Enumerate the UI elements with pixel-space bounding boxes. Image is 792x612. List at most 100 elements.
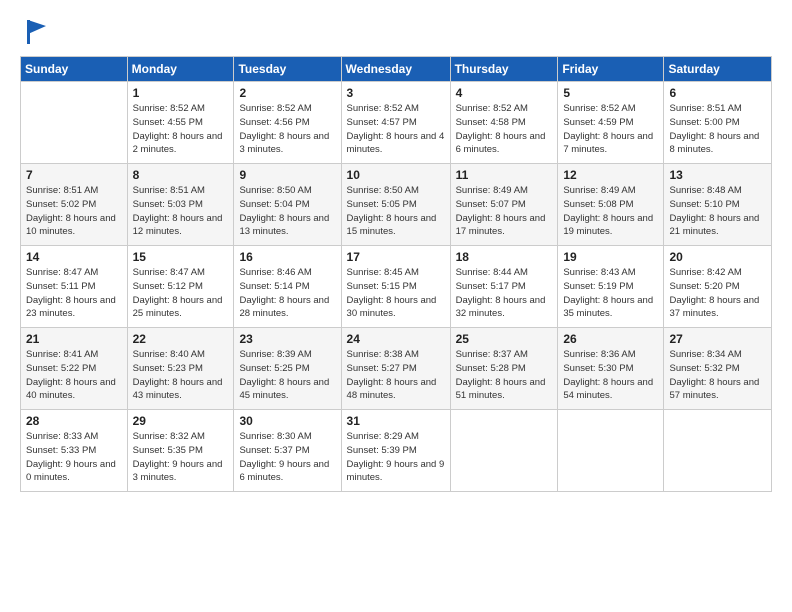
day-info: Sunrise: 8:50 AM Sunset: 5:05 PM Dayligh… bbox=[347, 184, 445, 239]
calendar-cell: 13 Sunrise: 8:48 AM Sunset: 5:10 PM Dayli… bbox=[664, 164, 772, 246]
calendar-cell: 2 Sunrise: 8:52 AM Sunset: 4:56 PM Daylig… bbox=[234, 82, 341, 164]
day-info: Sunrise: 8:46 AM Sunset: 5:14 PM Dayligh… bbox=[239, 266, 335, 321]
day-number: 3 bbox=[347, 86, 445, 100]
day-info: Sunrise: 8:40 AM Sunset: 5:23 PM Dayligh… bbox=[133, 348, 229, 403]
day-number: 22 bbox=[133, 332, 229, 346]
header bbox=[20, 18, 772, 46]
col-saturday: Saturday bbox=[664, 57, 772, 82]
day-info: Sunrise: 8:48 AM Sunset: 5:10 PM Dayligh… bbox=[669, 184, 766, 239]
col-wednesday: Wednesday bbox=[341, 57, 450, 82]
day-info: Sunrise: 8:52 AM Sunset: 4:55 PM Dayligh… bbox=[133, 102, 229, 157]
calendar-cell: 15 Sunrise: 8:47 AM Sunset: 5:12 PM Dayli… bbox=[127, 246, 234, 328]
col-sunday: Sunday bbox=[21, 57, 128, 82]
day-info: Sunrise: 8:44 AM Sunset: 5:17 PM Dayligh… bbox=[456, 266, 553, 321]
day-info: Sunrise: 8:52 AM Sunset: 4:58 PM Dayligh… bbox=[456, 102, 553, 157]
day-info: Sunrise: 8:52 AM Sunset: 4:57 PM Dayligh… bbox=[347, 102, 445, 157]
day-number: 20 bbox=[669, 250, 766, 264]
day-number: 24 bbox=[347, 332, 445, 346]
day-number: 21 bbox=[26, 332, 122, 346]
calendar-cell bbox=[558, 410, 664, 492]
day-number: 7 bbox=[26, 168, 122, 182]
calendar-cell: 6 Sunrise: 8:51 AM Sunset: 5:00 PM Daylig… bbox=[664, 82, 772, 164]
header-row: Sunday Monday Tuesday Wednesday Thursday… bbox=[21, 57, 772, 82]
day-info: Sunrise: 8:50 AM Sunset: 5:04 PM Dayligh… bbox=[239, 184, 335, 239]
calendar-cell: 25 Sunrise: 8:37 AM Sunset: 5:28 PM Dayli… bbox=[450, 328, 558, 410]
calendar-cell: 31Sunrise: 8:29 AM Sunset: 5:39 PM Dayli… bbox=[341, 410, 450, 492]
day-info: Sunrise: 8:43 AM Sunset: 5:19 PM Dayligh… bbox=[563, 266, 658, 321]
calendar-row: 28 Sunrise: 8:33 AM Sunset: 5:33 PM Dayli… bbox=[21, 410, 772, 492]
calendar-cell bbox=[664, 410, 772, 492]
calendar-cell: 8Sunrise: 8:51 AM Sunset: 5:03 PM Daylig… bbox=[127, 164, 234, 246]
calendar-cell: 27 Sunrise: 8:34 AM Sunset: 5:32 PM Dayli… bbox=[664, 328, 772, 410]
calendar-cell: 30 Sunrise: 8:30 AM Sunset: 5:37 PM Dayli… bbox=[234, 410, 341, 492]
day-number: 28 bbox=[26, 414, 122, 428]
day-info: Sunrise: 8:45 AM Sunset: 5:15 PM Dayligh… bbox=[347, 266, 445, 321]
calendar-cell: 19 Sunrise: 8:43 AM Sunset: 5:19 PM Dayli… bbox=[558, 246, 664, 328]
day-number: 1 bbox=[133, 86, 229, 100]
col-monday: Monday bbox=[127, 57, 234, 82]
day-info: Sunrise: 8:51 AM Sunset: 5:03 PM Dayligh… bbox=[133, 184, 229, 239]
calendar-row: 1 Sunrise: 8:52 AM Sunset: 4:55 PM Daylig… bbox=[21, 82, 772, 164]
day-number: 13 bbox=[669, 168, 766, 182]
calendar-cell: 10Sunrise: 8:50 AM Sunset: 5:05 PM Dayli… bbox=[341, 164, 450, 246]
calendar-table: Sunday Monday Tuesday Wednesday Thursday… bbox=[20, 56, 772, 492]
day-info: Sunrise: 8:52 AM Sunset: 4:56 PM Dayligh… bbox=[239, 102, 335, 157]
day-info: Sunrise: 8:37 AM Sunset: 5:28 PM Dayligh… bbox=[456, 348, 553, 403]
day-info: Sunrise: 8:42 AM Sunset: 5:20 PM Dayligh… bbox=[669, 266, 766, 321]
day-info: Sunrise: 8:32 AM Sunset: 5:35 PM Dayligh… bbox=[133, 430, 229, 485]
day-info: Sunrise: 8:39 AM Sunset: 5:25 PM Dayligh… bbox=[239, 348, 335, 403]
day-number: 14 bbox=[26, 250, 122, 264]
day-info: Sunrise: 8:49 AM Sunset: 5:07 PM Dayligh… bbox=[456, 184, 553, 239]
day-info: Sunrise: 8:51 AM Sunset: 5:00 PM Dayligh… bbox=[669, 102, 766, 157]
calendar-cell: 17 Sunrise: 8:45 AM Sunset: 5:15 PM Dayli… bbox=[341, 246, 450, 328]
day-number: 16 bbox=[239, 250, 335, 264]
day-number: 25 bbox=[456, 332, 553, 346]
calendar-cell: 9 Sunrise: 8:50 AM Sunset: 5:04 PM Daylig… bbox=[234, 164, 341, 246]
day-info: Sunrise: 8:36 AM Sunset: 5:30 PM Dayligh… bbox=[563, 348, 658, 403]
calendar-cell: 11 Sunrise: 8:49 AM Sunset: 5:07 PM Dayli… bbox=[450, 164, 558, 246]
calendar-cell: 1 Sunrise: 8:52 AM Sunset: 4:55 PM Daylig… bbox=[127, 82, 234, 164]
day-number: 26 bbox=[563, 332, 658, 346]
day-info: Sunrise: 8:38 AM Sunset: 5:27 PM Dayligh… bbox=[347, 348, 445, 403]
day-info: Sunrise: 8:33 AM Sunset: 5:33 PM Dayligh… bbox=[26, 430, 122, 485]
calendar-cell: 23 Sunrise: 8:39 AM Sunset: 5:25 PM Dayli… bbox=[234, 328, 341, 410]
logo bbox=[20, 18, 48, 46]
day-number: 23 bbox=[239, 332, 335, 346]
day-number: 27 bbox=[669, 332, 766, 346]
day-number: 9 bbox=[239, 168, 335, 182]
day-info: Sunrise: 8:47 AM Sunset: 5:12 PM Dayligh… bbox=[133, 266, 229, 321]
calendar-cell: 4 Sunrise: 8:52 AM Sunset: 4:58 PM Daylig… bbox=[450, 82, 558, 164]
calendar-cell: 22 Sunrise: 8:40 AM Sunset: 5:23 PM Dayli… bbox=[127, 328, 234, 410]
day-number: 6 bbox=[669, 86, 766, 100]
calendar-cell bbox=[21, 82, 128, 164]
day-number: 4 bbox=[456, 86, 553, 100]
col-thursday: Thursday bbox=[450, 57, 558, 82]
day-number: 15 bbox=[133, 250, 229, 264]
calendar-page: Sunday Monday Tuesday Wednesday Thursday… bbox=[0, 0, 792, 612]
calendar-cell: 5Sunrise: 8:52 AM Sunset: 4:59 PM Daylig… bbox=[558, 82, 664, 164]
day-number: 19 bbox=[563, 250, 658, 264]
day-info: Sunrise: 8:30 AM Sunset: 5:37 PM Dayligh… bbox=[239, 430, 335, 485]
day-number: 18 bbox=[456, 250, 553, 264]
day-info: Sunrise: 8:47 AM Sunset: 5:11 PM Dayligh… bbox=[26, 266, 122, 321]
day-info: Sunrise: 8:51 AM Sunset: 5:02 PM Dayligh… bbox=[26, 184, 122, 239]
calendar-cell: 26 Sunrise: 8:36 AM Sunset: 5:30 PM Dayli… bbox=[558, 328, 664, 410]
calendar-cell: 18 Sunrise: 8:44 AM Sunset: 5:17 PM Dayli… bbox=[450, 246, 558, 328]
calendar-cell: 3 Sunrise: 8:52 AM Sunset: 4:57 PM Daylig… bbox=[341, 82, 450, 164]
day-info: Sunrise: 8:41 AM Sunset: 5:22 PM Dayligh… bbox=[26, 348, 122, 403]
day-info: Sunrise: 8:34 AM Sunset: 5:32 PM Dayligh… bbox=[669, 348, 766, 403]
day-number: 2 bbox=[239, 86, 335, 100]
col-tuesday: Tuesday bbox=[234, 57, 341, 82]
calendar-cell: 20 Sunrise: 8:42 AM Sunset: 5:20 PM Dayli… bbox=[664, 246, 772, 328]
day-number: 30 bbox=[239, 414, 335, 428]
calendar-row: 7 Sunrise: 8:51 AM Sunset: 5:02 PM Daylig… bbox=[21, 164, 772, 246]
day-number: 29 bbox=[133, 414, 229, 428]
calendar-cell: 16 Sunrise: 8:46 AM Sunset: 5:14 PM Dayli… bbox=[234, 246, 341, 328]
day-number: 5 bbox=[563, 86, 658, 100]
day-number: 31 bbox=[347, 414, 445, 428]
calendar-cell: 24 Sunrise: 8:38 AM Sunset: 5:27 PM Dayli… bbox=[341, 328, 450, 410]
day-number: 17 bbox=[347, 250, 445, 264]
calendar-cell: 28 Sunrise: 8:33 AM Sunset: 5:33 PM Dayli… bbox=[21, 410, 128, 492]
calendar-row: 14 Sunrise: 8:47 AM Sunset: 5:11 PM Dayli… bbox=[21, 246, 772, 328]
day-number: 11 bbox=[456, 168, 553, 182]
